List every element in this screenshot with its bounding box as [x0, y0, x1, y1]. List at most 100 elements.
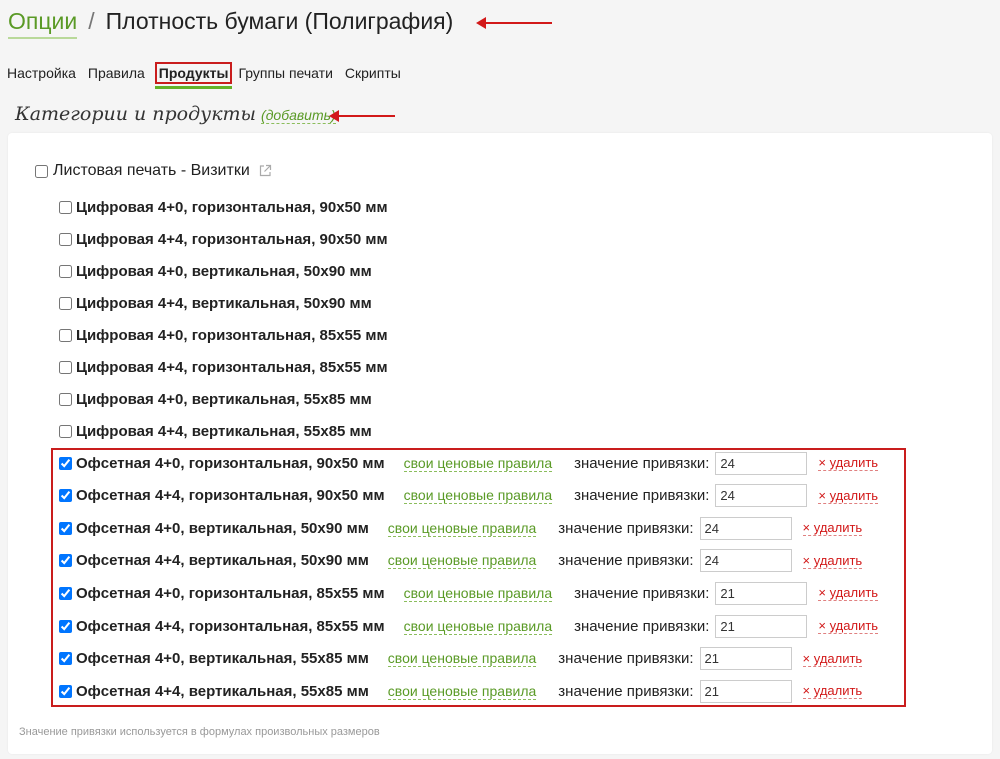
footnote: Значение привязки используется в формула… — [19, 726, 380, 738]
product-label[interactable]: Цифровая 4+4, вертикальная, 50x90 мм — [76, 295, 372, 312]
binding-value-label: значение привязки: — [574, 454, 710, 472]
product-row: Офсетная 4+4, вертикальная, 50x90 мм свои… — [59, 549, 863, 573]
section-title: Категории и продукты — [15, 103, 257, 125]
product-checkbox[interactable] — [59, 296, 72, 310]
product-label[interactable]: Офсетная 4+4, вертикальная, 55x85 мм — [76, 683, 369, 700]
product-label[interactable]: Офсетная 4+0, горизонтальная, 90x50 мм — [76, 455, 385, 472]
product-checkbox[interactable] — [59, 586, 72, 600]
tab-settings[interactable]: Настройка — [7, 65, 76, 81]
own-price-rules-link[interactable]: свои ценовые правила — [403, 585, 553, 602]
product-row: Цифровая 4+0, горизонтальная, 90x50 мм — [59, 196, 388, 218]
product-row: Цифровая 4+4, горизонтальная, 90x50 мм — [59, 228, 388, 250]
tab-rules[interactable]: Правила — [88, 65, 145, 81]
product-label[interactable]: Офсетная 4+0, вертикальная, 50x90 мм — [76, 520, 369, 537]
own-price-rules-link[interactable]: свои ценовые правила — [403, 455, 553, 472]
product-row: Офсетная 4+4, горизонтальная, 90x50 мм св… — [59, 484, 879, 508]
breadcrumb-options-link[interactable]: Опции — [8, 8, 78, 39]
binding-value-label: значение привязки: — [558, 552, 694, 570]
product-label[interactable]: Цифровая 4+4, горизонтальная, 90x50 мм — [76, 231, 388, 248]
delete-link[interactable]: × удалить — [802, 683, 863, 700]
category-checkbox[interactable] — [35, 164, 48, 178]
own-price-rules-link[interactable]: свои ценовые правила — [387, 552, 537, 570]
product-checkbox[interactable] — [59, 456, 72, 470]
product-checkbox[interactable] — [59, 652, 72, 666]
delete-link[interactable]: × удалить — [802, 553, 863, 569]
own-price-rules-link[interactable]: свои ценовые правила — [403, 618, 553, 635]
delete-link[interactable]: × удалить — [818, 455, 879, 471]
product-row: Цифровая 4+4, вертикальная, 55x85 мм — [59, 420, 372, 442]
own-price-rules-link[interactable]: свои ценовые правила — [387, 520, 537, 537]
products-panel: Листовая печать - Визитки Цифровая 4+0, … — [8, 133, 992, 754]
own-price-rules-link[interactable]: свои ценовые правила — [387, 650, 537, 668]
product-binding-controls: свои ценовые правила значение привязки: × … — [369, 647, 863, 671]
product-label[interactable]: Цифровая 4+0, горизонтальная, 85x55 мм — [76, 327, 388, 344]
binding-value-input[interactable] — [715, 451, 808, 475]
product-label[interactable]: Цифровая 4+0, горизонтальная, 90x50 мм — [76, 199, 388, 216]
product-binding-controls: свои ценовые правила значение привязки: × … — [369, 516, 863, 540]
binding-value-label: значение привязки: — [558, 682, 694, 700]
delete-link[interactable]: × удалить — [818, 585, 879, 602]
product-label[interactable]: Цифровая 4+0, вертикальная, 50x90 мм — [76, 263, 372, 280]
product-row: Офсетная 4+4, вертикальная, 55x85 мм свои… — [59, 679, 863, 703]
binding-value-input[interactable] — [715, 614, 808, 638]
category-row: Листовая печать - Визитки — [35, 162, 272, 180]
tab-bar: Настройка Правила Продукты Группы печати… — [7, 62, 413, 89]
delete-link[interactable]: × удалить — [802, 651, 863, 667]
binding-value-input[interactable] — [715, 484, 808, 508]
own-price-rules-link[interactable]: свои ценовые правила — [403, 487, 553, 505]
product-row: Цифровая 4+0, вертикальная, 55x85 мм — [59, 388, 372, 410]
category-label[interactable]: Листовая печать - Визитки — [53, 162, 250, 180]
product-checkbox[interactable] — [59, 424, 72, 438]
product-label[interactable]: Цифровая 4+4, горизонтальная, 85x55 мм — [76, 359, 388, 376]
product-checkbox[interactable] — [59, 200, 72, 214]
product-checkbox[interactable] — [59, 264, 72, 278]
product-binding-controls: свои ценовые правила значение привязки: × … — [385, 581, 879, 605]
product-row: Офсетная 4+4, горизонтальная, 85x55 мм св… — [59, 614, 879, 638]
product-checkbox[interactable] — [59, 521, 72, 535]
product-label[interactable]: Офсетная 4+4, горизонтальная, 90x50 мм — [76, 487, 385, 504]
product-checkbox[interactable] — [59, 619, 72, 633]
product-label[interactable]: Офсетная 4+4, вертикальная, 50x90 мм — [76, 552, 369, 569]
product-binding-controls: свои ценовые правила значение привязки: × … — [369, 549, 863, 573]
delete-link[interactable]: × удалить — [818, 618, 879, 634]
product-checkbox[interactable] — [59, 232, 72, 246]
binding-value-input[interactable] — [699, 516, 792, 540]
product-binding-controls: свои ценовые правила значение привязки: × … — [385, 614, 879, 638]
product-row: Офсетная 4+0, вертикальная, 55x85 мм свои… — [59, 647, 863, 671]
product-checkbox[interactable] — [59, 360, 72, 374]
product-row: Офсетная 4+0, вертикальная, 50x90 мм свои… — [59, 516, 863, 540]
product-checkbox[interactable] — [59, 684, 72, 698]
binding-value-label: значение привязки: — [558, 650, 694, 668]
product-checkbox[interactable] — [59, 328, 72, 342]
delete-link[interactable]: × удалить — [802, 520, 863, 537]
tab-products[interactable]: Продукты — [154, 62, 233, 89]
page-title: Плотность бумаги (Полиграфия) — [105, 8, 454, 34]
product-label[interactable]: Цифровая 4+0, вертикальная, 55x85 мм — [76, 391, 372, 408]
product-checkbox[interactable] — [59, 392, 72, 406]
binding-value-label: значение привязки: — [574, 617, 710, 635]
binding-value-input[interactable] — [699, 647, 792, 671]
add-category-link[interactable]: (добавить) — [261, 107, 336, 124]
product-row: Цифровая 4+0, вертикальная, 50x90 мм — [59, 260, 372, 282]
product-checkbox[interactable] — [59, 554, 72, 568]
tab-print-groups[interactable]: Группы печати — [238, 65, 332, 81]
product-checkbox[interactable] — [59, 489, 72, 503]
breadcrumb: Опции / Плотность бумаги (Полиграфия) — [8, 8, 453, 40]
product-row: Цифровая 4+4, вертикальная, 50x90 мм — [59, 292, 372, 314]
annotation-arrow-title — [476, 17, 552, 29]
product-label[interactable]: Офсетная 4+0, горизонтальная, 85x55 мм — [76, 585, 385, 602]
annotation-arrow-section — [329, 110, 395, 122]
binding-value-input[interactable] — [715, 581, 808, 605]
own-price-rules-link[interactable]: свои ценовые правила — [387, 683, 537, 700]
product-label[interactable]: Офсетная 4+0, вертикальная, 55x85 мм — [76, 650, 369, 667]
product-binding-controls: свои ценовые правила значение привязки: × … — [369, 679, 863, 703]
binding-value-input[interactable] — [699, 549, 792, 573]
tab-scripts[interactable]: Скрипты — [345, 65, 401, 81]
product-row: Цифровая 4+0, горизонтальная, 85x55 мм — [59, 324, 388, 346]
binding-value-input[interactable] — [699, 679, 792, 703]
product-label[interactable]: Офсетная 4+4, горизонтальная, 85x55 мм — [76, 618, 385, 635]
product-label[interactable]: Цифровая 4+4, вертикальная, 55x85 мм — [76, 423, 372, 440]
external-link-icon[interactable] — [258, 164, 272, 178]
product-row: Офсетная 4+0, горизонтальная, 90x50 мм св… — [59, 451, 879, 475]
delete-link[interactable]: × удалить — [818, 488, 879, 504]
